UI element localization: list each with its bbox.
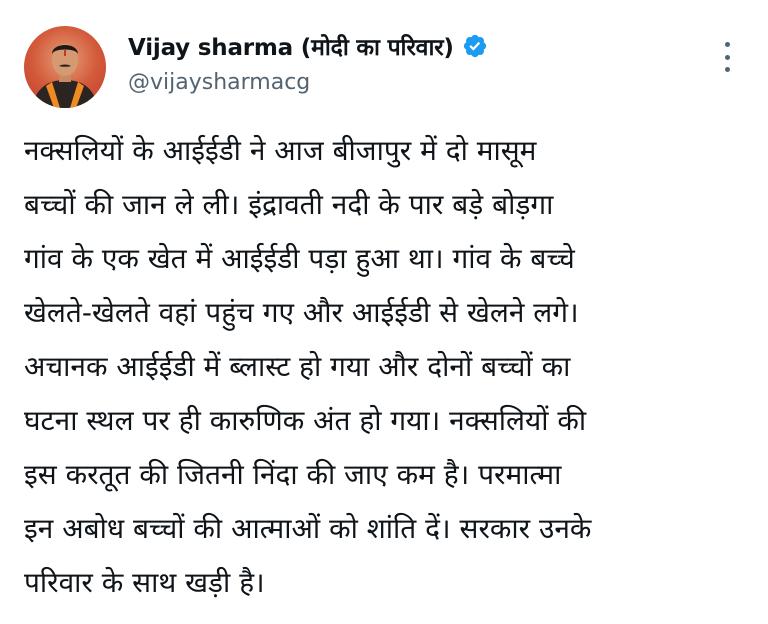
author-avatar[interactable] <box>24 26 106 108</box>
tweet-text: नक्सलियों के आईईडी ने आज बीजापुर में दो … <box>24 124 752 610</box>
author-display-name[interactable]: Vijay sharma (मोदी का परिवार) <box>128 30 454 62</box>
more-options-icon[interactable] <box>712 40 742 74</box>
tweet-text-line: बच्चों की जान ले ली। इंद्रावती नदी के पा… <box>24 188 554 221</box>
avatar-portrait-image <box>32 44 98 108</box>
tweet-card: Vijay sharma (मोदी का परिवार) @vijayshar… <box>0 0 768 624</box>
tweet-text-line: गांव के एक खेत में आईईडी पड़ा हुआ था। गा… <box>24 242 575 275</box>
tweet-text-line: अचानक आईईडी में ब्लास्ट हो गया और दोनों … <box>24 350 571 383</box>
verified-badge-icon <box>462 33 488 59</box>
tweet-text-line: खेलते-खेलते वहां पहुंच गए और आईईडी से खे… <box>24 296 579 329</box>
tweet-text-line: नक्सलियों के आईईडी ने आज बीजापुर में दो … <box>24 134 537 167</box>
tweet-text-line: घटना स्थल पर ही कारुणिक अंत हो गया। नक्स… <box>24 404 587 437</box>
tweet-text-line: परिवार के साथ खड़ी है। <box>24 566 265 599</box>
author-name-row: Vijay sharma (मोदी का परिवार) <box>128 28 688 64</box>
tweet-text-line: इस करतूत की जितनी निंदा की जाए कम है। पर… <box>24 458 562 491</box>
tweet-text-line: इन अबोध बच्चों की आत्माओं को शांति दें। … <box>24 512 592 545</box>
tweet-header: Vijay sharma (मोदी का परिवार) @vijayshar… <box>128 28 688 110</box>
author-handle[interactable]: @vijaysharmacg <box>128 70 688 95</box>
